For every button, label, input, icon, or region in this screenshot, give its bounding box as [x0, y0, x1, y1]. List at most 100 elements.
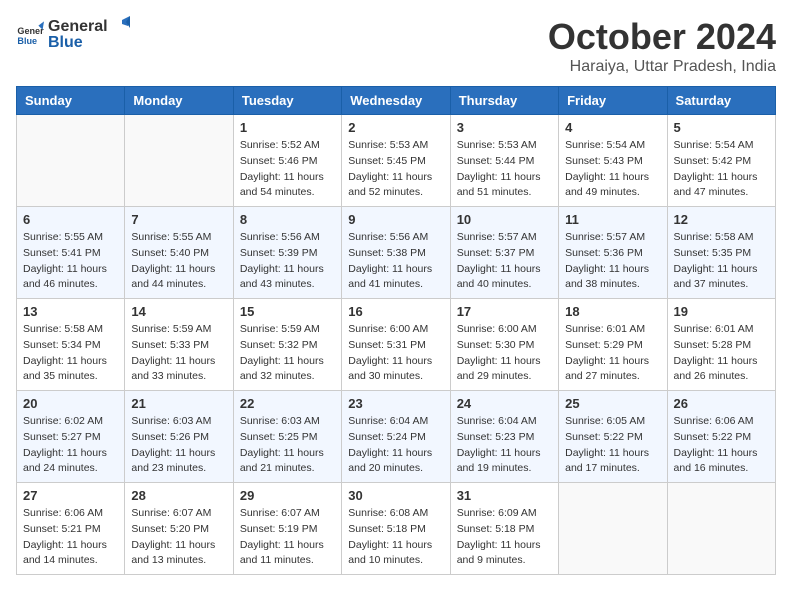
- calendar-day-cell: 5Sunrise: 5:54 AMSunset: 5:42 PMDaylight…: [667, 115, 775, 207]
- calendar-day-cell: 4 Sunrise: 5:54 AMSunset: 5:43 PMDaylight…: [559, 115, 667, 207]
- day-number: 2: [348, 120, 443, 135]
- calendar-day-cell: 6 Sunrise: 5:55 AMSunset: 5:41 PMDaylight…: [17, 207, 125, 299]
- day-number: 10: [457, 212, 552, 227]
- day-number: 14: [131, 304, 226, 319]
- day-info: Sunrise: 5:54 AMSunset: 5:42 PMDaylight:…: [674, 138, 769, 201]
- svg-text:General: General: [17, 26, 44, 36]
- calendar-day-cell: [17, 115, 125, 207]
- day-info: Sunrise: 6:07 AMSunset: 5:20 PMDaylight:…: [131, 506, 226, 569]
- day-number: 8: [240, 212, 335, 227]
- weekday-header-thursday: Thursday: [450, 87, 558, 115]
- day-info: Sunrise: 5:56 AMSunset: 5:39 PMDaylight:…: [240, 230, 335, 293]
- day-info: Sunrise: 5:54 AMSunset: 5:43 PMDaylight:…: [565, 138, 660, 201]
- calendar-day-cell: 17 Sunrise: 6:00 AMSunset: 5:30 PMDayligh…: [450, 299, 558, 391]
- day-info: Sunrise: 5:59 AMSunset: 5:32 PMDaylight:…: [240, 322, 335, 385]
- day-info: Sunrise: 5:53 AMSunset: 5:45 PMDaylight:…: [348, 138, 443, 201]
- svg-text:Blue: Blue: [17, 36, 37, 46]
- calendar-day-cell: 23 Sunrise: 6:04 AMSunset: 5:24 PMDayligh…: [342, 391, 450, 483]
- logo: General Blue General Blue: [16, 16, 130, 52]
- day-number: 16: [348, 304, 443, 319]
- day-info: Sunrise: 6:03 AMSunset: 5:26 PMDaylight:…: [131, 414, 226, 477]
- header: General Blue General Blue October 2024 H…: [16, 16, 776, 76]
- calendar-week-row: 20 Sunrise: 6:02 AMSunset: 5:27 PMDayligh…: [17, 391, 776, 483]
- calendar-week-row: 1 Sunrise: 5:52 AMSunset: 5:46 PMDaylight…: [17, 115, 776, 207]
- day-info: Sunrise: 6:02 AMSunset: 5:27 PMDaylight:…: [23, 414, 118, 477]
- calendar-day-cell: 29 Sunrise: 6:07 AMSunset: 5:19 PMDayligh…: [233, 483, 341, 575]
- calendar-day-cell: 21Sunrise: 6:03 AMSunset: 5:26 PMDayligh…: [125, 391, 233, 483]
- day-number: 22: [240, 396, 335, 411]
- logo-icon: General Blue: [16, 20, 44, 48]
- calendar-day-cell: 7 Sunrise: 5:55 AMSunset: 5:40 PMDaylight…: [125, 207, 233, 299]
- calendar-day-cell: 13 Sunrise: 5:58 AMSunset: 5:34 PMDayligh…: [17, 299, 125, 391]
- day-info: Sunrise: 5:58 AMSunset: 5:34 PMDaylight:…: [23, 322, 118, 385]
- day-info: Sunrise: 6:00 AMSunset: 5:30 PMDaylight:…: [457, 322, 552, 385]
- day-number: 13: [23, 304, 118, 319]
- calendar-day-cell: 14 Sunrise: 5:59 AMSunset: 5:33 PMDayligh…: [125, 299, 233, 391]
- day-info: Sunrise: 6:04 AMSunset: 5:23 PMDaylight:…: [457, 414, 552, 477]
- calendar-day-cell: 19Sunrise: 6:01 AMSunset: 5:28 PMDayligh…: [667, 299, 775, 391]
- day-info: Sunrise: 5:56 AMSunset: 5:38 PMDaylight:…: [348, 230, 443, 293]
- calendar-day-cell: 24 Sunrise: 6:04 AMSunset: 5:23 PMDayligh…: [450, 391, 558, 483]
- calendar-day-cell: 1 Sunrise: 5:52 AMSunset: 5:46 PMDaylight…: [233, 115, 341, 207]
- calendar-day-cell: 15 Sunrise: 5:59 AMSunset: 5:32 PMDayligh…: [233, 299, 341, 391]
- day-number: 25: [565, 396, 660, 411]
- day-number: 7: [131, 212, 226, 227]
- day-info: Sunrise: 6:07 AMSunset: 5:19 PMDaylight:…: [240, 506, 335, 569]
- calendar-day-cell: 8 Sunrise: 5:56 AMSunset: 5:39 PMDaylight…: [233, 207, 341, 299]
- day-info: Sunrise: 5:58 AMSunset: 5:35 PMDaylight:…: [674, 230, 769, 293]
- day-info: Sunrise: 6:09 AMSunset: 5:18 PMDaylight:…: [457, 506, 552, 569]
- day-number: 9: [348, 212, 443, 227]
- calendar-day-cell: 9 Sunrise: 5:56 AMSunset: 5:38 PMDaylight…: [342, 207, 450, 299]
- day-info: Sunrise: 6:06 AMSunset: 5:22 PMDaylight:…: [674, 414, 769, 477]
- day-number: 4: [565, 120, 660, 135]
- day-number: 11: [565, 212, 660, 227]
- weekday-header-saturday: Saturday: [667, 87, 775, 115]
- day-number: 29: [240, 488, 335, 503]
- day-number: 27: [23, 488, 118, 503]
- weekday-header-wednesday: Wednesday: [342, 87, 450, 115]
- calendar-day-cell: 28 Sunrise: 6:07 AMSunset: 5:20 PMDayligh…: [125, 483, 233, 575]
- day-info: Sunrise: 6:08 AMSunset: 5:18 PMDaylight:…: [348, 506, 443, 569]
- day-info: Sunrise: 5:52 AMSunset: 5:46 PMDaylight:…: [240, 138, 335, 201]
- calendar-day-cell: 22Sunrise: 6:03 AMSunset: 5:25 PMDayligh…: [233, 391, 341, 483]
- day-info: Sunrise: 5:59 AMSunset: 5:33 PMDaylight:…: [131, 322, 226, 385]
- day-number: 28: [131, 488, 226, 503]
- location-title: Haraiya, Uttar Pradesh, India: [548, 58, 776, 76]
- calendar-day-cell: 16 Sunrise: 6:00 AMSunset: 5:31 PMDayligh…: [342, 299, 450, 391]
- day-number: 24: [457, 396, 552, 411]
- calendar-table: SundayMondayTuesdayWednesdayThursdayFrid…: [16, 86, 776, 575]
- day-number: 6: [23, 212, 118, 227]
- day-number: 15: [240, 304, 335, 319]
- calendar-day-cell: [125, 115, 233, 207]
- calendar-week-row: 13 Sunrise: 5:58 AMSunset: 5:34 PMDayligh…: [17, 299, 776, 391]
- calendar-day-cell: 2 Sunrise: 5:53 AMSunset: 5:45 PMDaylight…: [342, 115, 450, 207]
- day-info: Sunrise: 6:04 AMSunset: 5:24 PMDaylight:…: [348, 414, 443, 477]
- day-number: 17: [457, 304, 552, 319]
- day-number: 1: [240, 120, 335, 135]
- weekday-header-monday: Monday: [125, 87, 233, 115]
- title-area: October 2024 Haraiya, Uttar Pradesh, Ind…: [548, 16, 776, 76]
- day-number: 26: [674, 396, 769, 411]
- calendar-day-cell: 27 Sunrise: 6:06 AMSunset: 5:21 PMDayligh…: [17, 483, 125, 575]
- day-info: Sunrise: 6:06 AMSunset: 5:21 PMDaylight:…: [23, 506, 118, 569]
- day-number: 31: [457, 488, 552, 503]
- day-number: 18: [565, 304, 660, 319]
- day-number: 12: [674, 212, 769, 227]
- day-info: Sunrise: 5:55 AMSunset: 5:41 PMDaylight:…: [23, 230, 118, 293]
- calendar-day-cell: [559, 483, 667, 575]
- calendar-day-cell: 18 Sunrise: 6:01 AMSunset: 5:29 PMDayligh…: [559, 299, 667, 391]
- day-info: Sunrise: 5:53 AMSunset: 5:44 PMDaylight:…: [457, 138, 552, 201]
- calendar-day-cell: 11Sunrise: 5:57 AMSunset: 5:36 PMDayligh…: [559, 207, 667, 299]
- day-number: 3: [457, 120, 552, 135]
- logo-bird-icon: [108, 16, 130, 38]
- calendar-day-cell: 12 Sunrise: 5:58 AMSunset: 5:35 PMDayligh…: [667, 207, 775, 299]
- day-info: Sunrise: 6:01 AMSunset: 5:29 PMDaylight:…: [565, 322, 660, 385]
- day-number: 20: [23, 396, 118, 411]
- day-info: Sunrise: 5:57 AMSunset: 5:37 PMDaylight:…: [457, 230, 552, 293]
- calendar-day-cell: 10 Sunrise: 5:57 AMSunset: 5:37 PMDayligh…: [450, 207, 558, 299]
- day-info: Sunrise: 6:00 AMSunset: 5:31 PMDaylight:…: [348, 322, 443, 385]
- day-info: Sunrise: 6:01 AMSunset: 5:28 PMDaylight:…: [674, 322, 769, 385]
- day-info: Sunrise: 5:55 AMSunset: 5:40 PMDaylight:…: [131, 230, 226, 293]
- day-number: 23: [348, 396, 443, 411]
- calendar-day-cell: 31 Sunrise: 6:09 AMSunset: 5:18 PMDayligh…: [450, 483, 558, 575]
